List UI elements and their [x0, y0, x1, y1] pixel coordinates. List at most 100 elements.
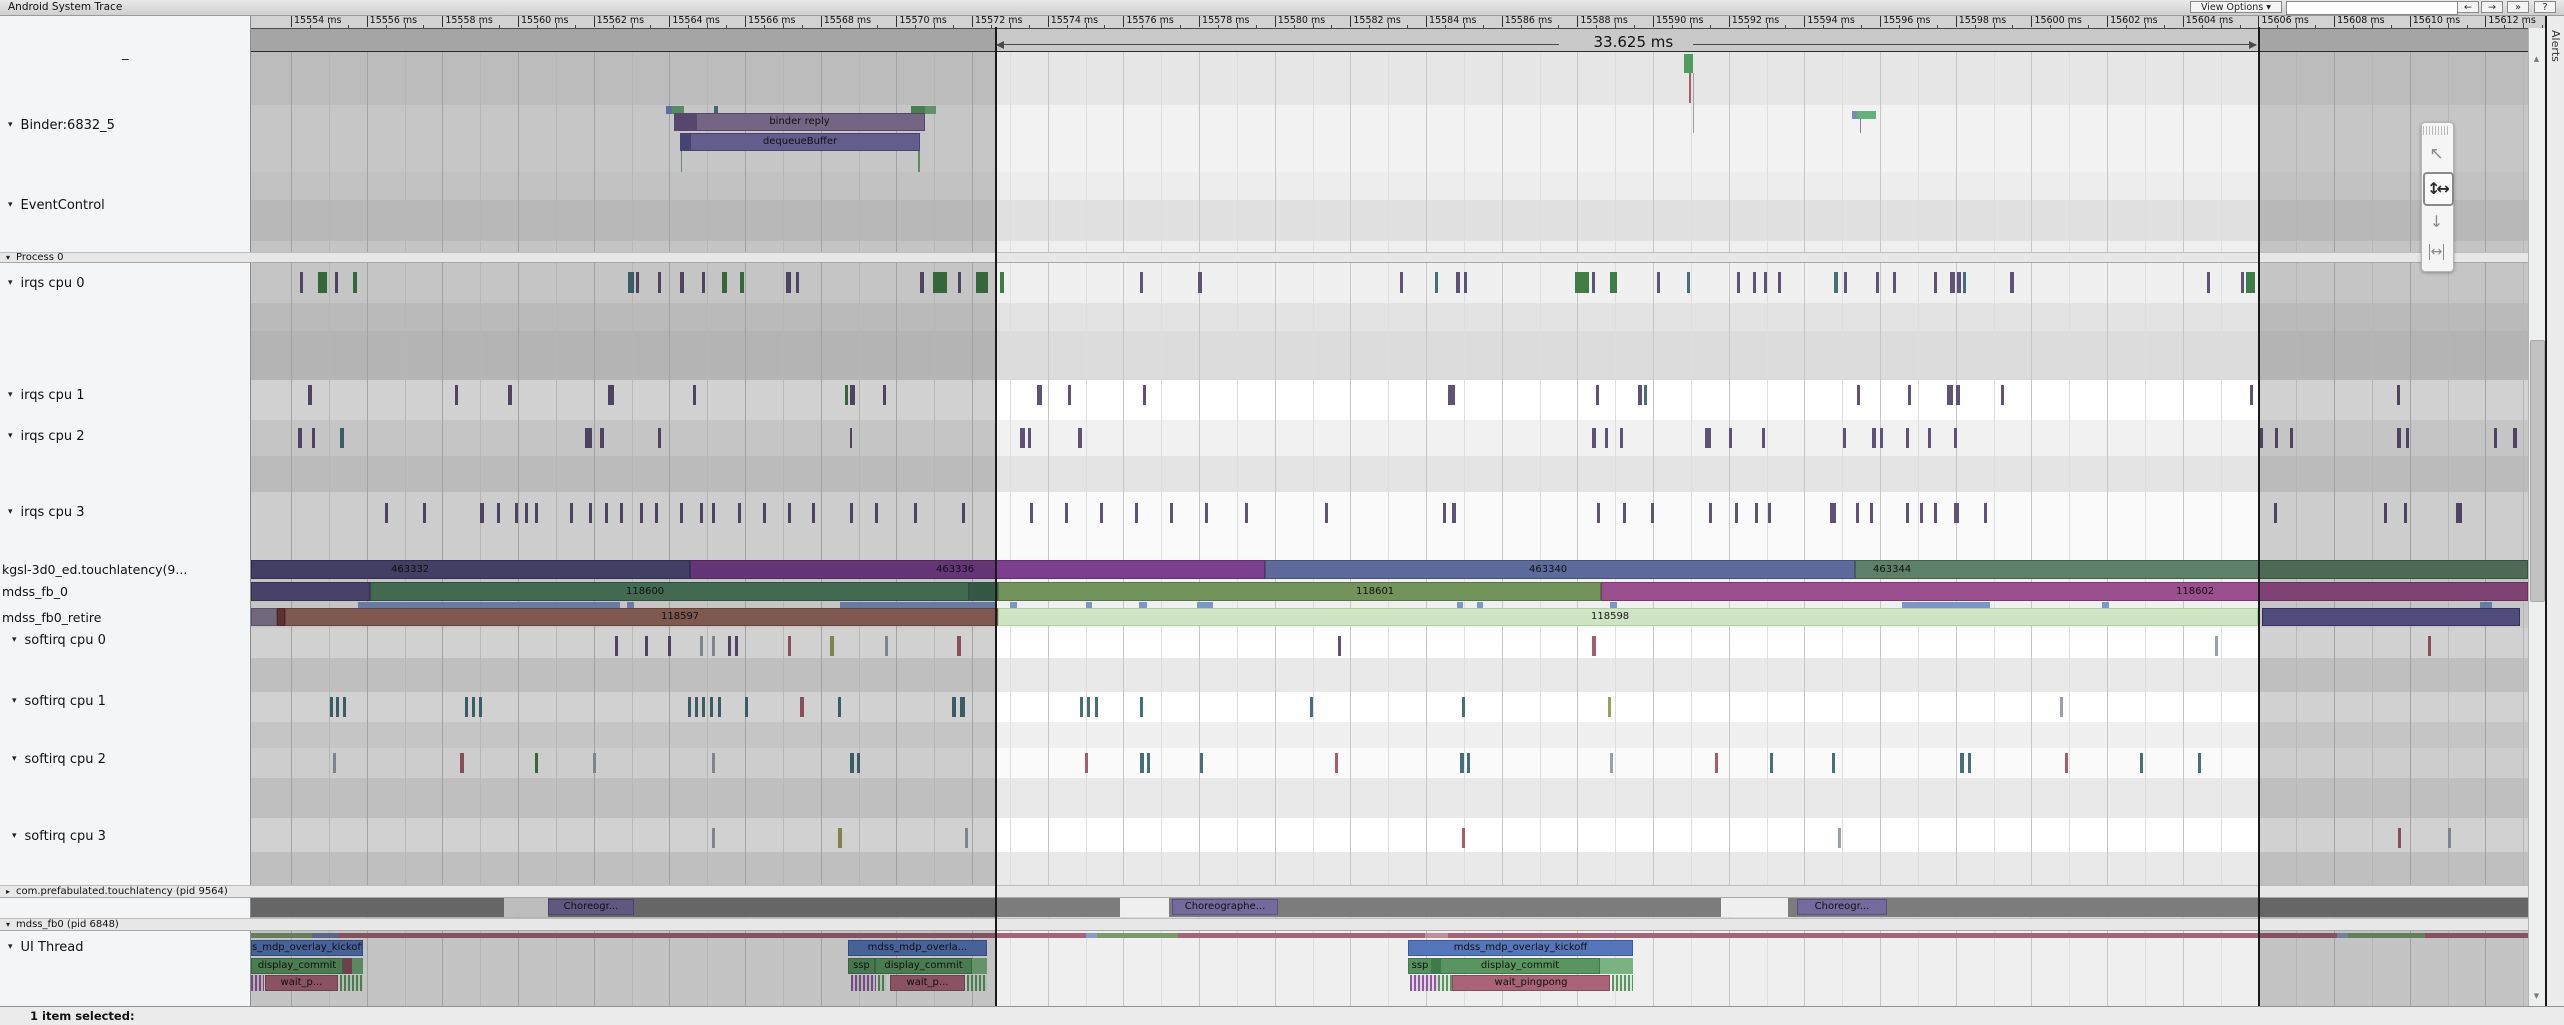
- event-tick-irqs-cpu-2-ticks[interactable]: [1954, 428, 1957, 448]
- expanded-arrow-icon[interactable]: ▾: [8, 431, 13, 441]
- event-tick-irqs-cpu-0-ticks[interactable]: [1876, 272, 1879, 293]
- event-tick-irqs-cpu-3-ticks[interactable]: [1205, 503, 1208, 523]
- event-tick-irqs-cpu-1-ticks[interactable]: [2001, 385, 2004, 405]
- event-tick-irqs-cpu-1-ticks[interactable]: [1068, 385, 1071, 405]
- help-button[interactable]: ?: [2534, 1, 2556, 13]
- slice-wait-3[interactable]: wait_pingpong: [1452, 975, 1610, 991]
- event-tick-irqs-cpu-0-ticks[interactable]: [1834, 272, 1838, 293]
- collapsed-arrow-icon[interactable]: ▸: [6, 887, 10, 896]
- event-tick-irqs-cpu-2-ticks[interactable]: [1078, 428, 1082, 448]
- event-tick-irqs-cpu-0-ticks[interactable]: [1764, 272, 1767, 293]
- palette-grip-handle[interactable]: [2423, 126, 2450, 135]
- event-tick-softirq-cpu-2-ticks[interactable]: [2198, 753, 2201, 773]
- expanded-arrow-icon[interactable]: ▾: [12, 754, 17, 764]
- event-tick-irqs-cpu-2-ticks[interactable]: [1592, 428, 1596, 448]
- event-tick-irqs-cpu-0-ticks[interactable]: [1435, 272, 1438, 293]
- event-tick-irqs-cpu-2-ticks[interactable]: [1705, 428, 1711, 448]
- pan-tool-icon[interactable]: ↕↔: [2423, 172, 2454, 206]
- expanded-arrow-icon[interactable]: ▾: [12, 635, 17, 645]
- event-tick-softirq-cpu-2-ticks[interactable]: [1200, 753, 1203, 773]
- event-tick-irqs-cpu-2-ticks[interactable]: [1872, 428, 1876, 448]
- event-tick-softirq-cpu-1-ticks[interactable]: [2060, 697, 2063, 717]
- event-tick-softirq-cpu-2-ticks[interactable]: [1147, 753, 1150, 773]
- expanded-arrow-icon[interactable]: ▾: [6, 253, 10, 262]
- expanded-arrow-icon[interactable]: ▾: [8, 390, 13, 400]
- event-tick-irqs-cpu-0-ticks[interactable]: [1950, 272, 1955, 293]
- event-tick-irqs-cpu-2-ticks[interactable]: [1605, 428, 1608, 448]
- sidebar-item-eventcontrol[interactable]: ▾EventControl: [8, 198, 105, 213]
- event-tick-irqs-cpu-0-ticks[interactable]: [1778, 272, 1781, 293]
- scrollbar-thumb[interactable]: [2530, 340, 2545, 602]
- striped-slice-group[interactable]: [1410, 975, 1438, 991]
- event-tick-irqs-cpu-1-ticks[interactable]: [1596, 385, 1599, 405]
- sidebar-item-binder[interactable]: ▾Binder:6832_5: [8, 118, 115, 133]
- event-tick-softirq-cpu-1-ticks[interactable]: [1462, 697, 1465, 717]
- event-tick-irqs-cpu-0-ticks[interactable]: [1575, 272, 1589, 293]
- event-tick-irqs-cpu-3-ticks[interactable]: [1755, 503, 1758, 523]
- event-tick-irqs-cpu-3-ticks[interactable]: [1954, 503, 1959, 523]
- selection-right-edge[interactable]: [2258, 27, 2260, 1006]
- event-tick-irqs-cpu-2-ticks[interactable]: [1906, 428, 1909, 448]
- event-tick-irqs-cpu-3-ticks[interactable]: [1443, 503, 1446, 523]
- event-tick-irqs-cpu-0-ticks[interactable]: [1140, 272, 1143, 293]
- event-tick-softirq-cpu-1-ticks[interactable]: [1310, 697, 1313, 717]
- event-tick-softirq-cpu-2-ticks[interactable]: [1832, 753, 1835, 773]
- event-tick-irqs-cpu-1-ticks[interactable]: [1143, 385, 1146, 405]
- slice-kgsl-463340[interactable]: 463340: [1265, 560, 1855, 579]
- event-tick-irqs-cpu-3-ticks[interactable]: [1065, 503, 1068, 523]
- event-tick-irqs-cpu-1-ticks[interactable]: [1857, 385, 1860, 405]
- sidebar-item-ui-thread[interactable]: ▾UI Thread: [8, 940, 83, 955]
- slice-choreographer-2[interactable]: Choreographe...: [1172, 899, 1278, 915]
- group-header-process-0[interactable]: ▾Process 0: [0, 252, 2528, 263]
- sidebar-item-mdss-fb0-retire[interactable]: mdss_fb0_retire: [2, 610, 101, 625]
- event-tick-softirq-cpu-1-ticks[interactable]: [1140, 697, 1143, 717]
- expanded-arrow-icon[interactable]: ▾: [8, 120, 13, 130]
- event-tick-irqs-cpu-0-ticks[interactable]: [2241, 272, 2244, 293]
- event-tick-irqs-cpu-0-ticks[interactable]: [1657, 272, 1660, 293]
- event-tick-irqs-cpu-3-ticks[interactable]: [1934, 503, 1937, 523]
- sidebar-item-softirq-cpu-1[interactable]: ▾softirq cpu 1: [12, 694, 106, 709]
- event-tick-irqs-cpu-0-ticks[interactable]: [1000, 272, 1004, 293]
- event-tick-softirq-cpu-2-ticks[interactable]: [1467, 753, 1470, 773]
- slice-retire-118598[interactable]: 118598: [998, 608, 2258, 626]
- event-tick-irqs-cpu-3-ticks[interactable]: [1651, 503, 1654, 523]
- expanded-arrow-icon[interactable]: ▾: [8, 942, 13, 952]
- slice-ssp-3[interactable]: ssp: [1408, 958, 1432, 974]
- event-tick-irqs-cpu-0-ticks[interactable]: [1934, 272, 1937, 293]
- alerts-tab[interactable]: Alerts: [2549, 30, 2562, 62]
- event-tick-softirq-cpu-2-ticks[interactable]: [1715, 753, 1718, 773]
- event-tick-irqs-cpu-3-ticks[interactable]: [1452, 503, 1456, 523]
- nav-back-button[interactable]: ←: [2457, 1, 2479, 13]
- pan-down-tool-icon[interactable]: ↓: [2423, 208, 2450, 236]
- event-tick-irqs-cpu-3-ticks[interactable]: [1030, 503, 1033, 523]
- event-tick-irqs-cpu-3-ticks[interactable]: [1170, 503, 1173, 523]
- event-tick-irqs-cpu-1-ticks[interactable]: [1956, 385, 1960, 405]
- sidebar-item-softirq-cpu-0[interactable]: ▾softirq cpu 0: [12, 633, 106, 648]
- event-tick-irqs-cpu-1-ticks[interactable]: [1638, 385, 1642, 405]
- event-tick-irqs-cpu-3-ticks[interactable]: [1135, 503, 1138, 523]
- event-tick-softirq-cpu-0-ticks[interactable]: [1338, 636, 1341, 656]
- event-tick-irqs-cpu-1-ticks[interactable]: [1908, 385, 1911, 405]
- event-tick-irqs-cpu-3-ticks[interactable]: [1856, 503, 1859, 523]
- event-tick-irqs-cpu-3-ticks[interactable]: [1623, 503, 1626, 523]
- expanded-arrow-icon[interactable]: ▾: [6, 920, 10, 929]
- event-tick-softirq-cpu-2-ticks[interactable]: [2140, 753, 2143, 773]
- event-tick-irqs-cpu-2-ticks[interactable]: [1843, 428, 1846, 448]
- event-tick-irqs-cpu-0-ticks[interactable]: [1844, 272, 1847, 293]
- event-tick-softirq-cpu-2-ticks[interactable]: [1770, 753, 1773, 773]
- search-input[interactable]: [2286, 1, 2458, 15]
- selection-left-edge[interactable]: [995, 27, 997, 1006]
- event-tick-irqs-cpu-3-ticks[interactable]: [1830, 503, 1836, 523]
- event-tick-softirq-cpu-2-ticks[interactable]: [1460, 753, 1464, 773]
- scrollbar-up-icon[interactable]: ▲: [2530, 55, 2543, 63]
- event-tick-irqs-cpu-0-ticks[interactable]: [1198, 272, 1202, 293]
- event-tick-irqs-cpu-2-ticks[interactable]: [1620, 428, 1623, 448]
- event-tick-irqs-cpu-1-ticks[interactable]: [2250, 385, 2253, 405]
- event-tick-irqs-cpu-0-ticks[interactable]: [1753, 272, 1756, 293]
- event-tick-irqs-cpu-1-ticks[interactable]: [1037, 385, 1042, 405]
- sidebar-item-kgsl[interactable]: kgsl-3d0_ed.touchlatency(9...: [2, 562, 187, 577]
- event-tick-irqs-cpu-2-ticks[interactable]: [1729, 428, 1732, 448]
- event-tick-softirq-cpu-3-ticks[interactable]: [1462, 828, 1465, 848]
- event-tick-irqs-cpu-0-ticks[interactable]: [1893, 272, 1896, 293]
- nav-skip-button[interactable]: »: [2507, 1, 2529, 13]
